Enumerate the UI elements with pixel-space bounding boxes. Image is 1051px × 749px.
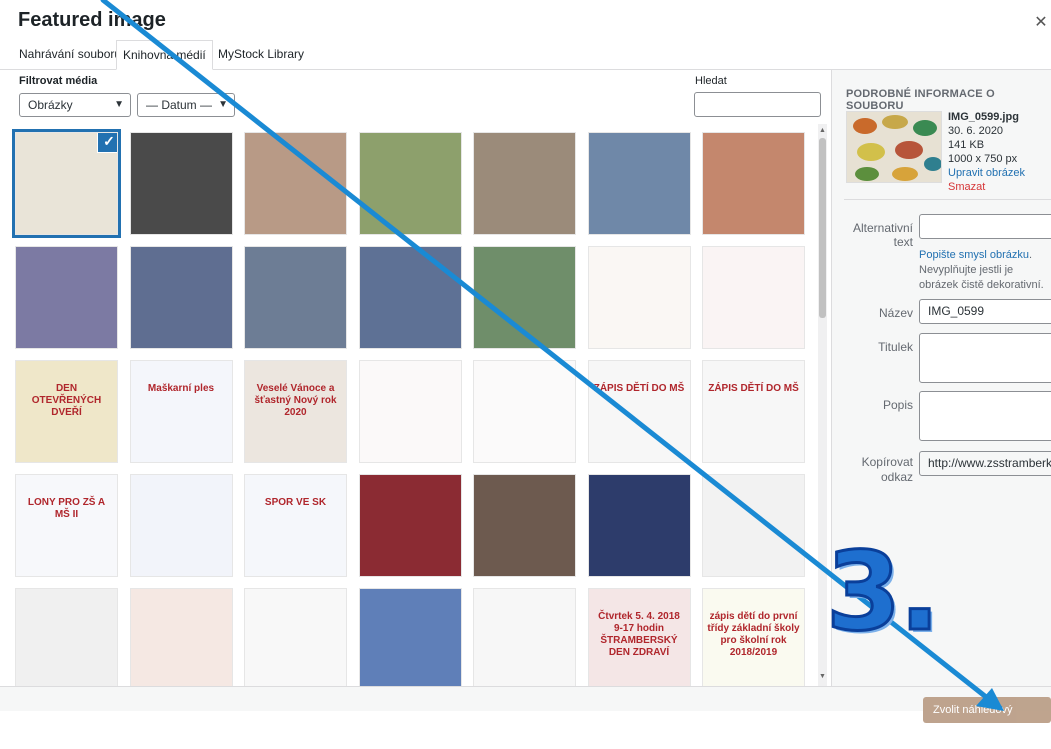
close-icon[interactable]: ✕ [1033, 12, 1049, 32]
media-thumbnail[interactable]: Čtvrtek 5. 4. 2018 9-17 hodin ŠTRAMBERSK… [587, 588, 691, 686]
tab-upload[interactable]: Nahrávání souborů [13, 40, 127, 70]
delete-link[interactable]: Smazat [948, 180, 985, 194]
media-type-value: Obrázky [28, 98, 73, 112]
media-thumbnail[interactable] [473, 132, 576, 235]
media-thumbnail[interactable] [702, 246, 805, 349]
thumbnail-text: ZÁPIS DĚTÍ DO MŠ [708, 383, 799, 394]
media-thumbnail[interactable] [15, 588, 118, 686]
media-thumbnail[interactable] [358, 360, 462, 463]
media-thumbnail[interactable] [15, 246, 118, 349]
media-thumbnail[interactable] [129, 132, 233, 235]
thumbnail-text: Maškarní ples [147, 383, 215, 394]
search-label: Hledat [695, 75, 727, 87]
media-thumbnail[interactable]: Veselé Vánoce a šťastný Nový rok 2020 [244, 360, 347, 463]
caption-field[interactable] [919, 333, 1051, 383]
thumbnail-text: ZÁPIS DĚTÍ DO MŠ [593, 383, 685, 394]
scroll-down-icon[interactable]: ▼ [818, 672, 827, 682]
media-thumbnail[interactable] [587, 474, 691, 577]
tab-mystock-library[interactable]: MyStock Library [212, 40, 310, 70]
file-dimensions: 1000 x 750 px [948, 153, 1018, 165]
media-thumbnail[interactable] [473, 474, 576, 577]
filter-label: Filtrovat média [19, 75, 98, 87]
media-thumbnail[interactable] [702, 474, 805, 577]
media-thumbnail[interactable] [358, 474, 462, 577]
caption-label: Titulek [878, 340, 913, 354]
set-featured-image-button[interactable]: Zvolit náhledový obrázek [923, 697, 1051, 742]
scroll-up-icon[interactable]: ▲ [818, 126, 827, 136]
media-thumbnail[interactable] [129, 474, 233, 577]
step-number-annotation: 3. [824, 529, 941, 657]
media-grid: ✓ DEN OTEVŘENÝCH DVEŘÍ Maškarní ples Veselé… [11, 124, 817, 686]
search-input[interactable] [694, 92, 821, 117]
details-heading: PODROBNÉ INFORMACE O SOUBORU [846, 88, 995, 112]
selected-image-preview [846, 111, 942, 183]
alt-help-text: Nevyplňujte jestli je obrázek čistě deko… [919, 264, 1044, 291]
media-thumbnail[interactable] [473, 588, 576, 686]
media-thumbnail[interactable]: zápis dětí do první třídy základní školy… [702, 588, 805, 686]
media-thumbnail[interactable]: ZÁPIS DĚTÍ DO MŠ [587, 360, 691, 463]
description-label: Popis [882, 398, 913, 412]
media-thumbnail[interactable] [358, 132, 462, 235]
media-thumbnail[interactable]: ✓ [12, 129, 121, 238]
thumbnail-text: zápis dětí do první třídy základní školy… [707, 611, 800, 658]
media-thumbnail[interactable] [244, 588, 347, 686]
tab-media-library[interactable]: Knihovna médií [116, 40, 213, 70]
modal-footer: Zvolit náhledový obrázek [0, 686, 1051, 742]
alt-text-field[interactable] [919, 214, 1051, 239]
thumbnail-text: Veselé Vánoce a šťastný Nový rok 2020 [254, 383, 337, 418]
media-thumbnail[interactable] [244, 132, 347, 235]
media-thumbnail[interactable]: Maškarní ples [129, 360, 233, 463]
date-select[interactable]: — Datum — ▼ [137, 93, 235, 117]
media-thumbnail[interactable] [244, 246, 347, 349]
modal-header: Featured image ✕ [0, 0, 1051, 40]
edit-image-link[interactable]: Upravit obrázek [948, 166, 1025, 180]
copy-link-label: Kopírovat odkaz [861, 455, 913, 484]
file-size: 141 KB [948, 139, 985, 151]
media-thumbnail[interactable] [473, 360, 576, 463]
scrollbar-thumb[interactable] [819, 138, 826, 318]
media-thumbnail[interactable] [129, 588, 233, 686]
modal-title: Featured image [18, 9, 166, 31]
media-thumbnail[interactable]: SPOR VE SK [244, 474, 347, 577]
media-thumbnail[interactable]: ZÁPIS DĚTÍ DO MŠ [702, 360, 805, 463]
media-thumbnail[interactable]: DEN OTEVŘENÝCH DVEŘÍ [15, 360, 118, 463]
media-thumbnail[interactable] [358, 246, 462, 349]
thumbnail-text: SPOR VE SK [264, 497, 327, 508]
thumbnail-text: DEN OTEVŘENÝCH DVEŘÍ [31, 383, 102, 418]
chevron-down-icon: ▼ [218, 99, 228, 110]
file-date: 30. 6. 2020 [948, 125, 1004, 137]
alt-help: Popište smysl obrázku. Nevyplňujte jestl… [919, 249, 1044, 291]
thumbnail-text: Čtvrtek 5. 4. 2018 9-17 hodin ŠTRAMBERSK… [598, 611, 680, 658]
thumbnail-text: LONY PRO ZŠ A MŠ II [27, 497, 106, 520]
media-thumbnail[interactable]: LONY PRO ZŠ A MŠ II [15, 474, 118, 577]
media-type-select[interactable]: Obrázky ▼ [19, 93, 131, 117]
description-field[interactable] [919, 391, 1051, 441]
name-field[interactable]: IMG_0599 [919, 299, 1051, 324]
copy-link-field[interactable]: http://www.zsstramberk.cz/ [919, 451, 1051, 476]
file-name: IMG_0599.jpg [948, 111, 1019, 123]
tab-bar: Nahrávání souborů Knihovna médií MyStock… [0, 40, 1051, 70]
selected-check-icon[interactable]: ✓ [98, 133, 117, 152]
media-thumbnail[interactable] [473, 246, 576, 349]
alt-help-link[interactable]: Popište smysl obrázku [919, 249, 1029, 261]
media-thumbnail[interactable] [587, 132, 691, 235]
name-label: Název [878, 306, 913, 320]
media-thumbnail[interactable] [702, 132, 805, 235]
media-thumbnail[interactable] [358, 588, 462, 686]
alt-text-label: Alternativní text [852, 221, 913, 249]
media-thumbnail[interactable] [587, 246, 691, 349]
date-value: — Datum — [146, 98, 213, 112]
media-thumbnail[interactable] [129, 246, 233, 349]
divider [844, 199, 1051, 200]
chevron-down-icon: ▼ [114, 99, 124, 110]
